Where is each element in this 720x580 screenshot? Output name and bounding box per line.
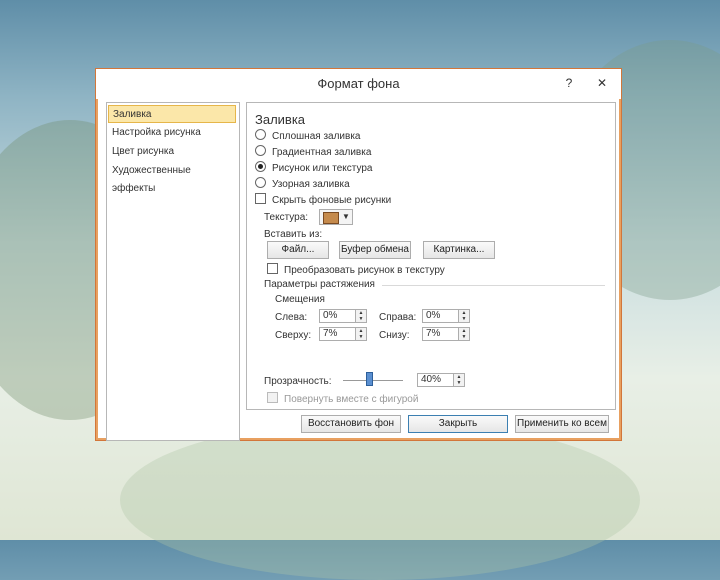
offset-bottom-spinner[interactable]: 7% ▲ ▼: [422, 327, 470, 341]
close-button[interactable]: Закрыть: [408, 415, 508, 433]
picture-fill-option[interactable]: Рисунок или текстура: [255, 161, 373, 175]
option-label: Сплошная заливка: [272, 131, 361, 142]
option-label: Узорная заливка: [272, 179, 350, 190]
nav-item-picture-color[interactable]: Цвет рисунка: [108, 143, 236, 161]
help-button[interactable]: ?: [558, 74, 580, 92]
clip-art-button[interactable]: Картинка...: [423, 241, 495, 259]
texture-swatch-icon: [323, 212, 339, 224]
spinner-value: 7%: [323, 328, 338, 339]
checkbox-label: Скрыть фоновые рисунки: [272, 195, 392, 206]
spinner-value: 0%: [426, 310, 441, 321]
offset-left-spinner[interactable]: 0% ▲ ▼: [319, 309, 367, 323]
radio-icon[interactable]: [255, 145, 266, 156]
offsets-label: Смещения: [275, 294, 325, 305]
spinner-value: 0%: [323, 310, 338, 321]
transparency-label: Прозрачность:: [264, 376, 332, 387]
spinner-arrows-icon[interactable]: ▲ ▼: [355, 328, 366, 340]
checkbox-icon[interactable]: [255, 193, 266, 204]
texture-label: Текстура:: [264, 212, 309, 223]
radio-icon[interactable]: [255, 177, 266, 188]
gradient-fill-option[interactable]: Градиентная заливка: [255, 145, 371, 159]
close-icon[interactable]: ✕: [591, 74, 613, 92]
radio-selected-icon[interactable]: [255, 161, 266, 172]
fill-settings-pane: Заливка Сплошная заливка Градиентная зал…: [246, 102, 616, 410]
spinner-arrows-icon[interactable]: ▲ ▼: [458, 310, 469, 322]
checkbox-label: Преобразовать рисунок в текстуру: [284, 265, 445, 276]
spinner-value: 7%: [426, 328, 441, 339]
apply-to-all-button[interactable]: Применить ко всем: [515, 415, 609, 433]
nav-item-picture-corrections[interactable]: Настройка рисунка: [108, 124, 236, 142]
reset-background-button[interactable]: Восстановить фон: [301, 415, 401, 433]
nav-item-artistic-effects[interactable]: Художественные эффекты: [108, 162, 236, 194]
stretch-options-label: Параметры растяжения: [264, 279, 375, 290]
checkbox-label: Повернуть вместе с фигурой: [284, 394, 419, 405]
insert-from-label: Вставить из:: [264, 229, 323, 240]
texture-dropdown[interactable]: ▼: [319, 209, 353, 225]
offset-top-spinner[interactable]: 7% ▲ ▼: [319, 327, 367, 341]
spinner-arrows-icon[interactable]: ▲ ▼: [355, 310, 366, 322]
option-label: Рисунок или текстура: [272, 163, 373, 174]
solid-fill-option[interactable]: Сплошная заливка: [255, 129, 360, 143]
dialog-title: Формат фона: [317, 76, 400, 91]
chevron-down-icon: ▼: [342, 212, 350, 221]
pattern-fill-option[interactable]: Узорная заливка: [255, 177, 350, 191]
section-title: Заливка: [255, 112, 306, 127]
transparency-slider-track[interactable]: [343, 380, 403, 381]
checkbox-disabled-icon: [267, 392, 278, 403]
dialog-titlebar: Формат фона ? ✕: [96, 69, 621, 99]
offset-left-label: Слева:: [275, 312, 308, 323]
hide-background-graphics[interactable]: Скрыть фоновые рисунки: [255, 193, 391, 207]
offset-right-label: Справа:: [379, 312, 417, 323]
section-divider: [382, 285, 605, 286]
offset-bottom-label: Снизу:: [379, 330, 410, 341]
rotate-with-shape-option: Повернуть вместе с фигурой: [267, 392, 418, 406]
checkbox-icon[interactable]: [267, 263, 278, 274]
transparency-slider-thumb[interactable]: [366, 372, 373, 386]
file-button[interactable]: Файл...: [267, 241, 329, 259]
format-background-dialog: Формат фона ? ✕ Заливка Настройка рисунк…: [95, 68, 622, 441]
offset-top-label: Сверху:: [275, 330, 312, 341]
transparency-spinner[interactable]: 40% ▲ ▼: [417, 373, 465, 387]
nav-item-fill[interactable]: Заливка: [108, 105, 236, 123]
spinner-arrows-icon[interactable]: ▲ ▼: [453, 374, 464, 386]
spinner-value: 40%: [421, 374, 442, 385]
tile-picture-option[interactable]: Преобразовать рисунок в текстуру: [267, 263, 445, 277]
offset-right-spinner[interactable]: 0% ▲ ▼: [422, 309, 470, 323]
spinner-arrows-icon[interactable]: ▲ ▼: [458, 328, 469, 340]
option-label: Градиентная заливка: [272, 147, 372, 158]
clipboard-button[interactable]: Буфер обмена: [339, 241, 411, 259]
background-foliage: [120, 420, 640, 580]
radio-icon[interactable]: [255, 129, 266, 140]
category-list: Заливка Настройка рисунка Цвет рисунка Х…: [106, 102, 240, 441]
